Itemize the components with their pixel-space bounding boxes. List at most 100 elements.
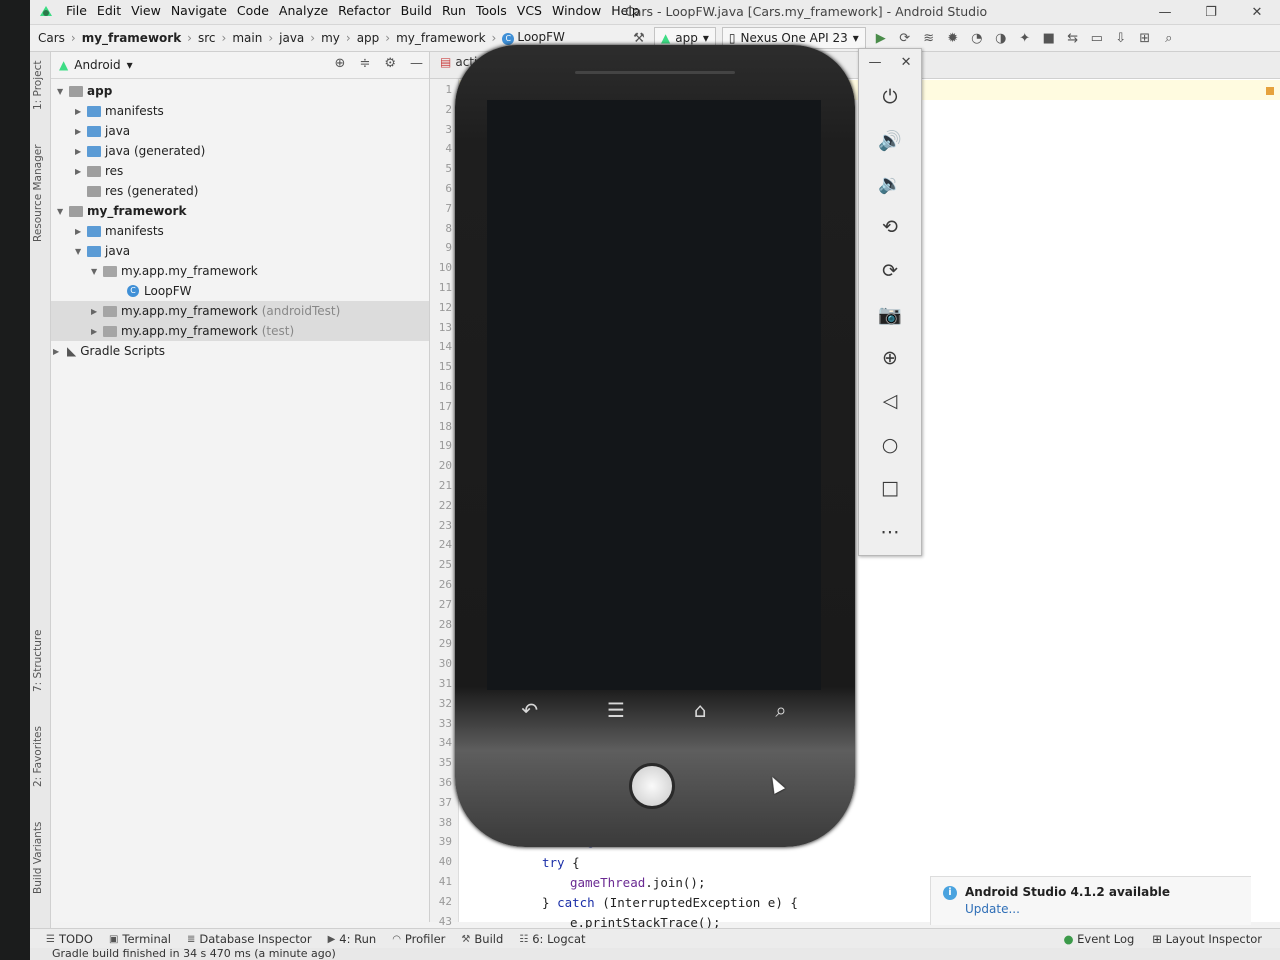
- stop-icon[interactable]: ■: [1040, 29, 1058, 47]
- apply-code-icon[interactable]: ≋: [920, 29, 938, 47]
- hide-icon[interactable]: —: [410, 56, 423, 71]
- crumb-java[interactable]: java: [279, 31, 304, 45]
- menu-view[interactable]: View: [131, 3, 161, 18]
- menu-analyze[interactable]: Analyze: [279, 3, 328, 18]
- collapsed-icon[interactable]: ▶: [53, 347, 63, 356]
- tree-item-res-generated[interactable]: res (generated): [85, 181, 198, 201]
- expanded-icon[interactable]: ▼: [91, 267, 101, 276]
- crumb-main[interactable]: main: [232, 31, 262, 45]
- debug-icon[interactable]: ✹: [944, 29, 962, 47]
- volume-up-icon[interactable]: 🔊: [859, 119, 921, 163]
- collapsed-icon[interactable]: ▶: [75, 227, 85, 236]
- more-icon[interactable]: ⋯: [859, 510, 921, 554]
- emulator-screen[interactable]: [487, 100, 821, 690]
- collapsed-icon[interactable]: ▶: [75, 127, 85, 136]
- rotate-left-icon[interactable]: ⟲: [859, 206, 921, 250]
- layout-inspector-icon[interactable]: ⊞: [1136, 29, 1154, 47]
- crumb-src[interactable]: src: [198, 31, 216, 45]
- close-icon[interactable]: ✕: [1234, 0, 1280, 24]
- zoom-icon[interactable]: ⊕: [859, 336, 921, 380]
- attach-debugger-icon[interactable]: ◑: [992, 29, 1010, 47]
- trackball-button[interactable]: [629, 763, 675, 809]
- code-line-40[interactable]: try {: [542, 855, 580, 870]
- code-line-41[interactable]: gameThread.join();: [570, 875, 705, 890]
- update-link[interactable]: Update...: [965, 902, 1020, 916]
- resource-manager-tab[interactable]: Resource Manager: [32, 144, 44, 242]
- tree-item-java[interactable]: ▶ java: [75, 121, 130, 141]
- expanded-icon[interactable]: ▼: [75, 247, 85, 256]
- crumb-loopfw[interactable]: C LoopFW: [502, 30, 565, 45]
- search-icon[interactable]: ⌕: [1160, 29, 1178, 47]
- project-view-select[interactable]: Android: [74, 58, 120, 72]
- structure-tool-tab[interactable]: 7: Structure: [32, 630, 44, 692]
- collapsed-icon[interactable]: ▶: [91, 307, 101, 316]
- expanded-icon[interactable]: ▼: [57, 207, 67, 216]
- collapsed-icon[interactable]: ▶: [75, 167, 85, 176]
- tree-item-my-framework[interactable]: ▼ my_framework: [57, 201, 186, 221]
- collapse-icon[interactable]: ≑: [359, 56, 370, 71]
- menu-code[interactable]: Code: [237, 3, 269, 18]
- code-line-42[interactable]: } catch (InterruptedException e) {: [542, 895, 798, 910]
- menu-tools[interactable]: Tools: [476, 3, 507, 18]
- coverage-icon[interactable]: ✦: [1016, 29, 1034, 47]
- tree-item-java-generated[interactable]: ▶ java (generated): [75, 141, 205, 161]
- tree-item-app[interactable]: ▼ app: [57, 81, 112, 101]
- menu-vcs[interactable]: VCS: [517, 3, 542, 18]
- home-icon[interactable]: ○: [859, 423, 921, 467]
- camera-icon[interactable]: 📷: [859, 293, 921, 337]
- tree-item-package[interactable]: ▼ my.app.my_framework: [91, 261, 258, 281]
- sync-icon[interactable]: ⇆: [1064, 29, 1082, 47]
- expanded-icon[interactable]: ▼: [57, 87, 67, 96]
- minimize-icon[interactable]: —: [1142, 0, 1188, 24]
- sdk-manager-icon[interactable]: ⇩: [1112, 29, 1130, 47]
- menu-navigate[interactable]: Navigate: [171, 3, 227, 18]
- project-tool-tab[interactable]: 1: Project: [32, 61, 44, 110]
- event-log-tab[interactable]: ● Event Log: [1063, 932, 1134, 946]
- tree-item-loopfw[interactable]: C LoopFW: [125, 281, 192, 301]
- tree-item-package-test[interactable]: ▶ my.app.my_framework (test): [51, 321, 429, 341]
- collapsed-icon[interactable]: ▶: [75, 147, 85, 156]
- apply-changes-icon[interactable]: ⟳: [896, 29, 914, 47]
- crumb-app[interactable]: app: [357, 31, 380, 45]
- profiler-tab[interactable]: ◠ Profiler: [392, 932, 445, 946]
- todo-tab[interactable]: ☰ TODO: [46, 932, 93, 946]
- terminal-tab[interactable]: ▣ Terminal: [109, 932, 171, 946]
- database-inspector-tab[interactable]: ≣ Database Inspector: [187, 932, 312, 946]
- menu-refactor[interactable]: Refactor: [338, 3, 390, 18]
- volume-down-icon[interactable]: 🔉: [859, 162, 921, 206]
- collapsed-icon[interactable]: ▶: [91, 327, 101, 336]
- logcat-tab[interactable]: ☷ 6: Logcat: [519, 932, 585, 946]
- gear-icon[interactable]: ⚙: [384, 56, 396, 71]
- menu-file[interactable]: File: [66, 3, 87, 18]
- profile-icon[interactable]: ◔: [968, 29, 986, 47]
- tree-item-package-androidtest[interactable]: ▶ my.app.my_framework (androidTest): [51, 301, 429, 321]
- close-icon[interactable]: ✕: [901, 55, 912, 70]
- minimize-icon[interactable]: —: [869, 55, 882, 70]
- chevron-down-icon[interactable]: ▾: [127, 58, 133, 72]
- build-variants-tab[interactable]: Build Variants: [32, 822, 44, 894]
- menu-key-icon[interactable]: ☰: [607, 698, 625, 722]
- menu-build[interactable]: Build: [401, 3, 432, 18]
- menu-window[interactable]: Window: [552, 3, 601, 18]
- tree-item-java[interactable]: ▼ java: [75, 241, 130, 261]
- run-icon[interactable]: ▶: [872, 29, 890, 47]
- crumb-my-framework[interactable]: my_framework: [82, 31, 181, 45]
- crumb-package[interactable]: my_framework: [396, 31, 485, 45]
- locate-icon[interactable]: ⊕: [335, 56, 346, 71]
- overview-icon[interactable]: □: [859, 467, 921, 511]
- tree-item-manifests[interactable]: ▶ manifests: [75, 221, 164, 241]
- avd-manager-icon[interactable]: ▭: [1088, 29, 1106, 47]
- run-tab[interactable]: ▶ 4: Run: [328, 932, 377, 946]
- favorites-tool-tab[interactable]: 2: Favorites: [32, 726, 44, 787]
- back-key-icon[interactable]: ↶: [521, 698, 538, 722]
- home-key-icon[interactable]: ⌂: [694, 698, 707, 722]
- layout-inspector-tab[interactable]: ⊞ Layout Inspector: [1152, 932, 1262, 946]
- crumb-cars[interactable]: Cars: [38, 31, 65, 45]
- power-icon[interactable]: ⏻: [859, 75, 921, 119]
- restore-icon[interactable]: ❐: [1188, 0, 1234, 24]
- menu-edit[interactable]: Edit: [97, 3, 121, 18]
- rotate-right-icon[interactable]: ⟳: [859, 249, 921, 293]
- tree-item-res[interactable]: ▶ res: [75, 161, 123, 181]
- build-tab[interactable]: ⚒ Build: [461, 932, 503, 946]
- search-key-icon[interactable]: ⌕: [775, 698, 786, 722]
